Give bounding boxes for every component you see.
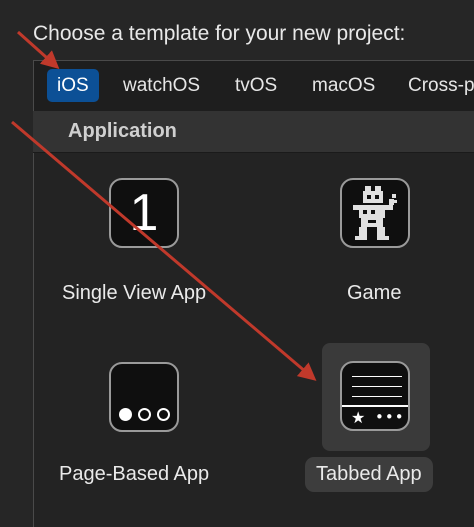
template-label: Game <box>347 282 402 304</box>
star-icon: ★ <box>351 408 366 427</box>
tab-cross-platform[interactable]: Cross-p <box>408 69 474 102</box>
list-line <box>352 396 402 397</box>
template-label: Single View App <box>62 282 207 304</box>
section-title: Application <box>68 120 177 142</box>
page-dot-empty <box>138 408 151 421</box>
template-single-view-app[interactable]: 1 Single View App <box>55 165 235 315</box>
list-line <box>352 386 402 387</box>
game-robot-icon <box>340 178 410 248</box>
tab-bar-divider <box>342 405 408 407</box>
tab-watchos[interactable]: watchOS <box>123 69 200 102</box>
template-page-based-app[interactable]: Page-Based App <box>55 348 240 498</box>
single-view-icon: 1 <box>109 178 179 248</box>
single-view-glyph: 1 <box>129 184 159 242</box>
tab-tvos[interactable]: tvOS <box>235 69 277 102</box>
template-tabbed-app[interactable]: ★ ••• <box>322 343 430 451</box>
tab-ios[interactable]: iOS <box>47 69 99 102</box>
more-dots-icon: ••• <box>375 408 405 426</box>
template-game[interactable]: Game <box>320 165 435 315</box>
template-label-selected: Tabbed App <box>305 457 433 492</box>
tab-macos[interactable]: macOS <box>312 69 375 102</box>
section-header: Application <box>33 111 474 153</box>
robot-icon <box>353 186 397 240</box>
page-based-icon <box>109 362 179 432</box>
page-dot-filled <box>119 408 132 421</box>
template-chooser-heading: Choose a template for your new project: <box>33 22 406 45</box>
page-dot-empty <box>157 408 170 421</box>
platform-tab-bar: iOS watchOS tvOS macOS Cross-p <box>33 60 474 112</box>
list-line <box>352 376 402 377</box>
template-label: Page-Based App <box>59 463 210 485</box>
tabbed-icon: ★ ••• <box>340 361 410 431</box>
